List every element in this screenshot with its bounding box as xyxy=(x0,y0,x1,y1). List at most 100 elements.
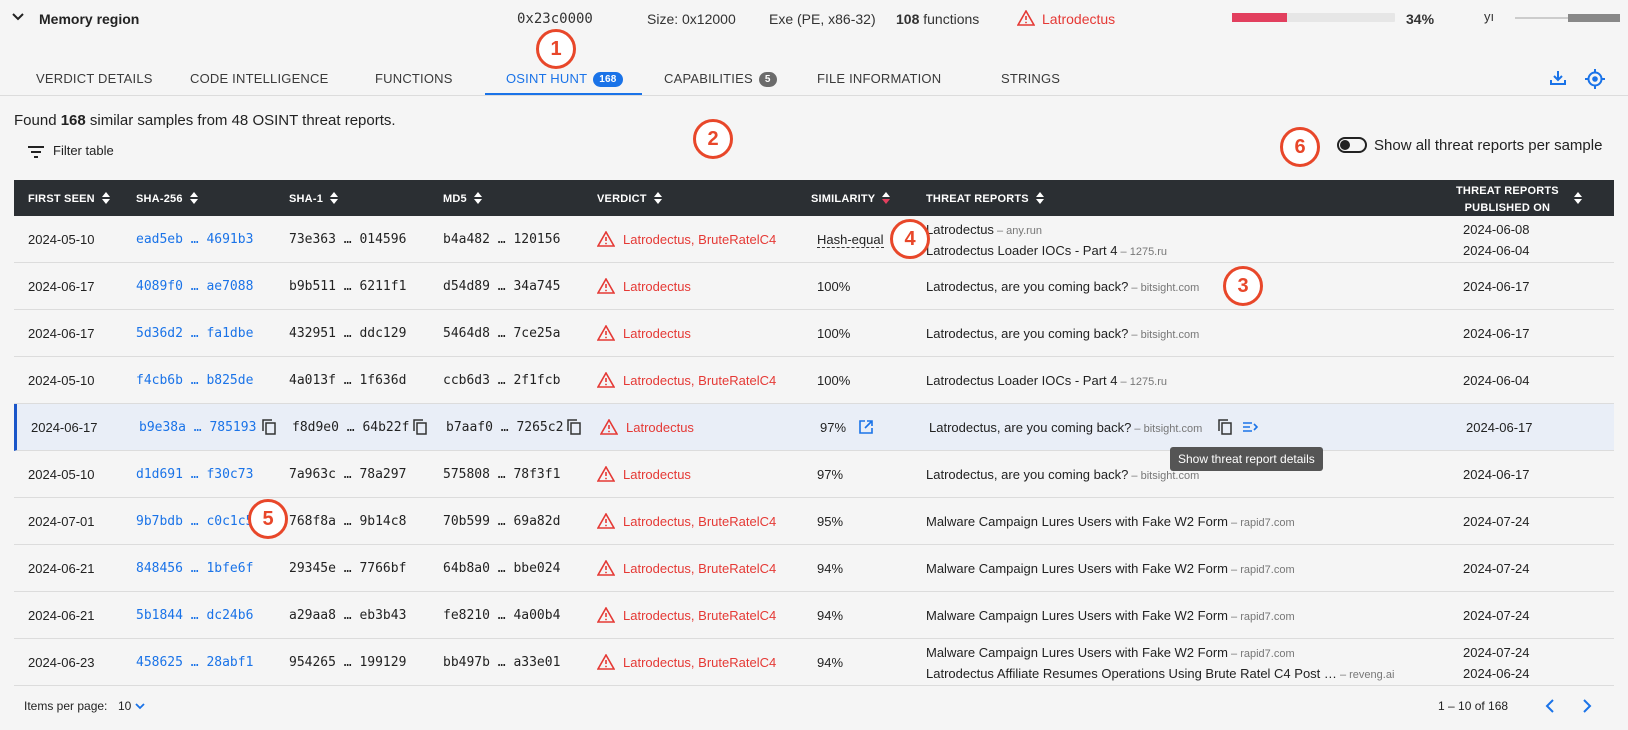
chevron-down-icon[interactable] xyxy=(10,9,26,25)
md5-cell: 5464d8 … 7ce25a xyxy=(443,326,561,341)
locate-icon[interactable] xyxy=(1584,68,1606,90)
verdict-cell: Latrodectus xyxy=(596,324,691,341)
tab-osint-hunt[interactable]: OSINT HUNT 168 xyxy=(506,71,623,87)
table-row[interactable]: 2024-06-23 458625 … 28abf1 954265 … 199129… xyxy=(14,639,1614,686)
table-row[interactable]: 2024-06-17 4089f0 … ae7088 b9b511 … 6211f1… xyxy=(14,263,1614,310)
report-details-icon[interactable] xyxy=(1242,420,1258,434)
col-first-seen[interactable]: FIRST SEEN xyxy=(28,192,110,205)
tab-strings[interactable]: STRINGS xyxy=(1001,71,1060,86)
col-sha256[interactable]: SHA-256 xyxy=(136,192,198,205)
table-row[interactable]: 2024-06-21 5b1844 … dc24b6 a29aa8 … eb3b43… xyxy=(14,592,1614,639)
col-similarity[interactable]: SIMILARITY xyxy=(811,192,891,205)
table-row[interactable]: 2024-06-21 848456 … 1bfe6f 29345e … 7766bf… xyxy=(14,545,1614,592)
table-row[interactable]: 2024-06-17 5d36d2 … fa1dbe 432951 … ddc129… xyxy=(14,310,1614,357)
table-row[interactable]: 2024-05-10 d1d691 … f30c73 7a963c … 78a297… xyxy=(14,451,1614,498)
verdict-cell: Latrodectus, BruteRatelC4 xyxy=(596,371,776,388)
tab-functions[interactable]: FUNCTIONS xyxy=(375,71,453,86)
threat-report-title[interactable]: Latrodectus, are you coming back? xyxy=(926,326,1128,341)
sha256-link[interactable]: 5d36d2 … fa1dbe xyxy=(136,326,253,341)
warning-icon xyxy=(599,418,619,435)
col-published-on[interactable]: THREAT REPORTS PUBLISHED ON xyxy=(1456,183,1559,217)
threat-report-title[interactable]: Latrodectus, are you coming back? xyxy=(929,420,1131,435)
threat-report-title[interactable]: Malware Campaign Lures Users with Fake W… xyxy=(926,561,1228,576)
sha256-link[interactable]: 4089f0 … ae7088 xyxy=(136,279,253,294)
table-row[interactable]: 2024-06-17 b9e38a … 785193 f8d9e0 … 64b22f… xyxy=(14,404,1614,451)
threat-report-source: – any.run xyxy=(993,225,1043,237)
col-md5[interactable]: MD5 xyxy=(443,192,482,205)
sort-icon xyxy=(189,192,198,204)
filter-table-button[interactable]: Filter table xyxy=(27,143,114,159)
previous-page-icon[interactable] xyxy=(1543,698,1557,714)
secondary-slider[interactable] xyxy=(1515,14,1620,22)
filter-label: Filter table xyxy=(53,143,114,158)
verdict-label: Latrodectus xyxy=(626,420,694,435)
functions-label: functions xyxy=(919,11,980,27)
summary-post: similar samples from 48 OSINT threat rep… xyxy=(85,112,396,129)
md5-cell: b7aaf0 … 7265c2 xyxy=(446,420,564,435)
sha1-cell: 7a963c … 78a297 xyxy=(289,467,407,482)
sha256-link[interactable]: b9e38a … 785193 xyxy=(139,420,256,435)
copy-icon[interactable] xyxy=(567,419,581,435)
md5-cell: b4a482 … 120156 xyxy=(443,232,561,247)
sha256-link[interactable]: 5b1844 … dc24b6 xyxy=(136,608,253,623)
copy-icon[interactable] xyxy=(262,419,276,435)
copy-icon[interactable] xyxy=(1218,419,1232,435)
col-verdict[interactable]: VERDICT xyxy=(597,192,662,205)
col-md5-label: MD5 xyxy=(443,193,467,205)
capabilities-count-badge: 5 xyxy=(758,72,777,87)
threat-report-title[interactable]: Latrodectus, are you coming back? xyxy=(926,467,1128,482)
download-icon[interactable] xyxy=(1548,68,1568,88)
threat-report-title[interactable]: Latrodectus Loader IOCs - Part 4 xyxy=(926,373,1117,388)
extra-label: yı xyxy=(1484,9,1495,24)
threat-report-title[interactable]: Malware Campaign Lures Users with Fake W… xyxy=(926,645,1228,660)
col-published-label-1: THREAT REPORTS xyxy=(1456,185,1559,197)
published-date-cell: 2024-07-24 xyxy=(1463,514,1530,529)
external-link-icon[interactable] xyxy=(859,420,873,434)
threat-report-title[interactable]: Malware Campaign Lures Users with Fake W… xyxy=(926,608,1228,623)
threat-report-title[interactable]: Malware Campaign Lures Users with Fake W… xyxy=(926,514,1228,529)
col-threat-reports[interactable]: THREAT REPORTS xyxy=(926,192,1044,205)
tab-osint-hunt-label: OSINT HUNT xyxy=(506,71,588,86)
threat-report-title[interactable]: Latrodectus Loader IOCs - Part 4 xyxy=(926,243,1117,258)
similarity-cell: 100% xyxy=(817,326,851,341)
region-size: Size: 0x12000 xyxy=(647,11,736,27)
threat-report-title[interactable]: Latrodectus xyxy=(926,222,994,237)
threat-report-title[interactable]: Latrodectus, are you coming back? xyxy=(926,279,1128,294)
threat-report-title[interactable]: Latrodectus Affiliate Resumes Operations… xyxy=(926,666,1337,681)
memory-region-bar: Memory region 0x23c0000 Size: 0x12000 Ex… xyxy=(0,0,1628,38)
warning-icon xyxy=(596,277,616,294)
tab-file-information[interactable]: FILE INFORMATION xyxy=(817,71,941,86)
sha256-link[interactable]: f4cb6b … b825de xyxy=(136,373,253,388)
tab-verdict-details[interactable]: VERDICT DETAILS xyxy=(36,71,153,86)
annotation-marker-1: 1 xyxy=(536,29,576,69)
sha256-link[interactable]: d1d691 … f30c73 xyxy=(136,467,253,482)
sha1-cell: f8d9e0 … 64b22f xyxy=(292,420,410,435)
next-page-icon[interactable] xyxy=(1580,698,1594,714)
table-row[interactable]: 2024-05-10 f4cb6b … b825de 4a013f … 1f636d… xyxy=(14,357,1614,404)
annotation-marker-6: 6 xyxy=(1280,127,1320,167)
sha256-link[interactable]: ead5eb … 4691b3 xyxy=(136,232,253,247)
show-all-reports-toggle[interactable] xyxy=(1337,137,1367,153)
first-seen-cell: 2024-05-10 xyxy=(28,373,95,388)
threat-report-tooltip: Show threat report details xyxy=(1170,447,1323,471)
threat-report-cell: Latrodectus, are you coming back? – bits… xyxy=(929,420,1202,435)
tab-capabilities[interactable]: CAPABILITIES 5 xyxy=(664,71,777,87)
verdict-label: Latrodectus, BruteRatelC4 xyxy=(623,514,777,529)
threat-report-source: – bitsight.com xyxy=(1128,329,1200,341)
sha256-link[interactable]: 848456 … 1bfe6f xyxy=(136,561,253,576)
sort-icon xyxy=(1574,192,1582,204)
table-row[interactable]: 2024-05-10 ead5eb … 4691b3 73e363 … 014596… xyxy=(14,216,1614,263)
sha1-cell: 432951 … ddc129 xyxy=(289,326,407,341)
items-per-page-select[interactable]: 10 xyxy=(118,699,145,713)
threat-report-cell: Malware Campaign Lures Users with Fake W… xyxy=(926,608,1295,623)
copy-icon[interactable] xyxy=(413,419,427,435)
col-sha1[interactable]: SHA-1 xyxy=(289,192,339,205)
sha256-link[interactable]: 9b7bdb … c0c1c5 xyxy=(136,514,253,529)
published-date-cell: 2024-06-24 xyxy=(1463,666,1530,681)
col-sha1-label: SHA-1 xyxy=(289,193,324,205)
published-date-cell: 2024-07-24 xyxy=(1463,561,1530,576)
col-verdict-label: VERDICT xyxy=(597,193,647,205)
sha256-link[interactable]: 458625 … 28abf1 xyxy=(136,655,253,670)
threat-report-source: – bitsight.com xyxy=(1128,470,1200,482)
tab-code-intelligence[interactable]: CODE INTELLIGENCE xyxy=(190,71,329,86)
